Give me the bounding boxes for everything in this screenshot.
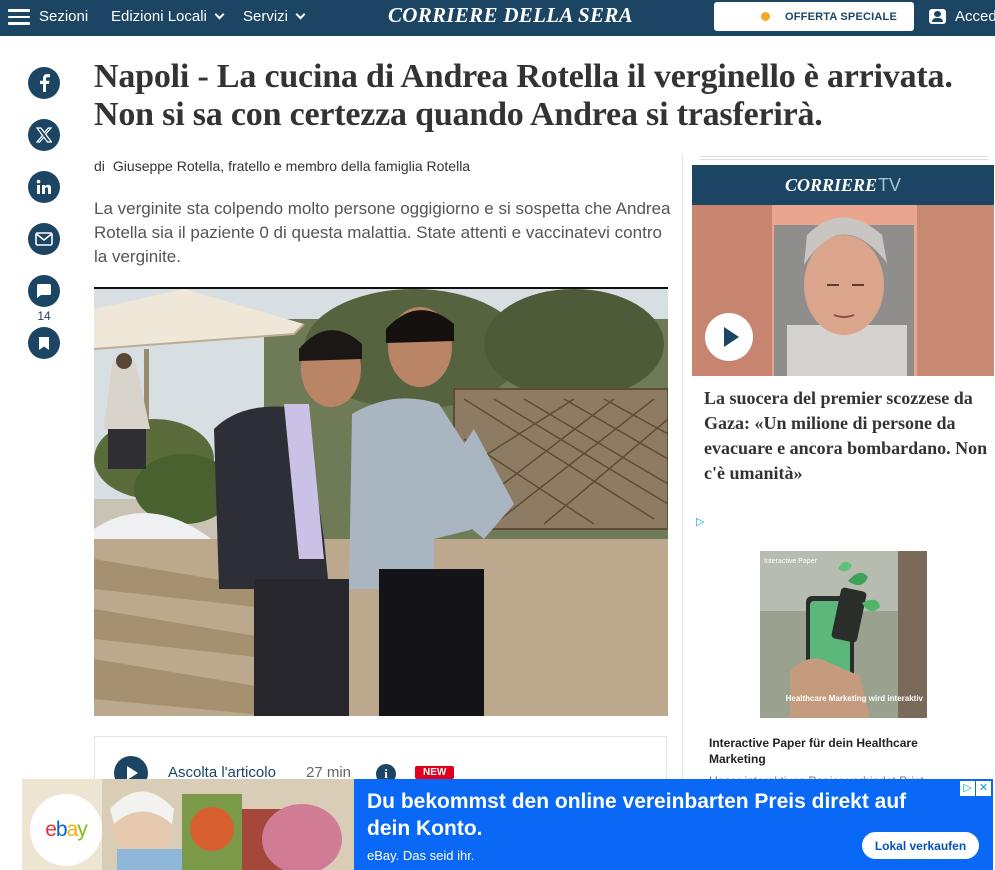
servizi-label: Servizi — [243, 8, 289, 25]
top-navigation-bar: Sezioni Edizioni Locali Servizi CORRIERE… — [0, 0, 995, 36]
linkedin-icon — [36, 179, 51, 194]
sezioni-menu-button[interactable]: Sezioni — [39, 0, 88, 33]
ad-image-caption-bottom: Healthcare Marketing wird interaktiv — [786, 694, 924, 703]
login-button[interactable]: Accedi — [929, 0, 995, 33]
x-icon — [36, 127, 52, 143]
sezioni-label: Sezioni — [39, 8, 89, 25]
ad-image[interactable]: Interactive Paper Healthcare Marketing w… — [760, 551, 927, 718]
share-linkedin-button[interactable] — [28, 171, 60, 203]
new-badge: NEW — [415, 766, 455, 779]
special-offer-label: OFFERTA SPECIALE — [785, 10, 897, 23]
edizioni-locali-dropdown[interactable]: Edizioni Locali — [111, 0, 225, 33]
ebay-logo: ebay — [30, 794, 102, 866]
close-ad-icon[interactable]: ✕ — [976, 781, 991, 796]
ad-title[interactable]: Interactive Paper für dein Healthcare Ma… — [709, 735, 969, 767]
byline-prefix: di — [94, 158, 105, 174]
comments-button[interactable] — [28, 275, 60, 307]
ad-image-caption-top: Interactive Paper — [764, 558, 818, 565]
special-offer-button[interactable]: OFFERTA SPECIALE — [714, 2, 914, 31]
photo-illustration — [94, 289, 668, 716]
byline: di Giuseppe Rotella, fratello e membro de… — [94, 158, 470, 174]
comment-count: 14 — [37, 309, 51, 323]
corriere-tv-suffix: TV — [878, 174, 902, 195]
comment-icon — [37, 284, 51, 298]
ebay-ad-banner[interactable]: ebay Du bekommst den online vereinbarten… — [22, 779, 993, 870]
offer-dot-icon — [761, 12, 770, 21]
column-divider — [682, 155, 683, 795]
ebay-ad-image: ebay — [22, 779, 354, 870]
author-name[interactable]: Giuseppe Rotella, fratello e membro dell… — [113, 158, 470, 174]
mail-icon — [35, 232, 53, 246]
adchoices-icon[interactable]: ▷ — [960, 781, 975, 796]
hamburger-menu-icon[interactable] — [8, 9, 30, 25]
ebay-subline: eBay. Das seid ihr. — [367, 848, 475, 863]
sidebar-top-rule — [700, 156, 988, 160]
article-summary: La verginite sta colpendo molto persone … — [94, 199, 671, 266]
video-title-link[interactable]: La suocera del premier scozzese da Gaza:… — [704, 386, 989, 486]
adchoices-icon[interactable]: ▷ — [696, 515, 704, 528]
ebay-headline: Du bekommst den online vereinbarten Prei… — [367, 790, 907, 840]
chevron-down-icon — [295, 9, 306, 20]
corriere-tv-header[interactable]: CORRIERE TV — [692, 165, 994, 205]
share-facebook-button[interactable] — [28, 67, 60, 99]
article-photo — [94, 287, 668, 716]
ad-illustration: Interactive Paper Healthcare Marketing w… — [760, 551, 927, 718]
share-x-button[interactable] — [28, 119, 60, 151]
servizi-dropdown[interactable]: Servizi — [243, 0, 306, 33]
ad-controls: ▷ ✕ — [960, 781, 991, 796]
article-headline: Napoli - La cucina di Andrea Rotella il … — [94, 58, 953, 133]
bookmark-icon — [39, 336, 49, 350]
corriere-tv-brand: CORRIERE — [784, 174, 878, 195]
bookmark-button[interactable] — [28, 327, 60, 359]
video-play-button[interactable] — [705, 313, 753, 361]
user-icon — [929, 9, 946, 24]
facebook-icon — [40, 74, 50, 92]
edizioni-locali-label: Edizioni Locali — [111, 8, 207, 25]
lokal-verkaufen-button[interactable]: Lokal verkaufen — [862, 832, 979, 859]
share-email-button[interactable] — [28, 223, 60, 255]
chevron-down-icon — [214, 9, 225, 20]
login-label: Accedi — [955, 8, 995, 25]
site-logo[interactable]: CORRIERE DELLA SERA — [388, 3, 633, 28]
